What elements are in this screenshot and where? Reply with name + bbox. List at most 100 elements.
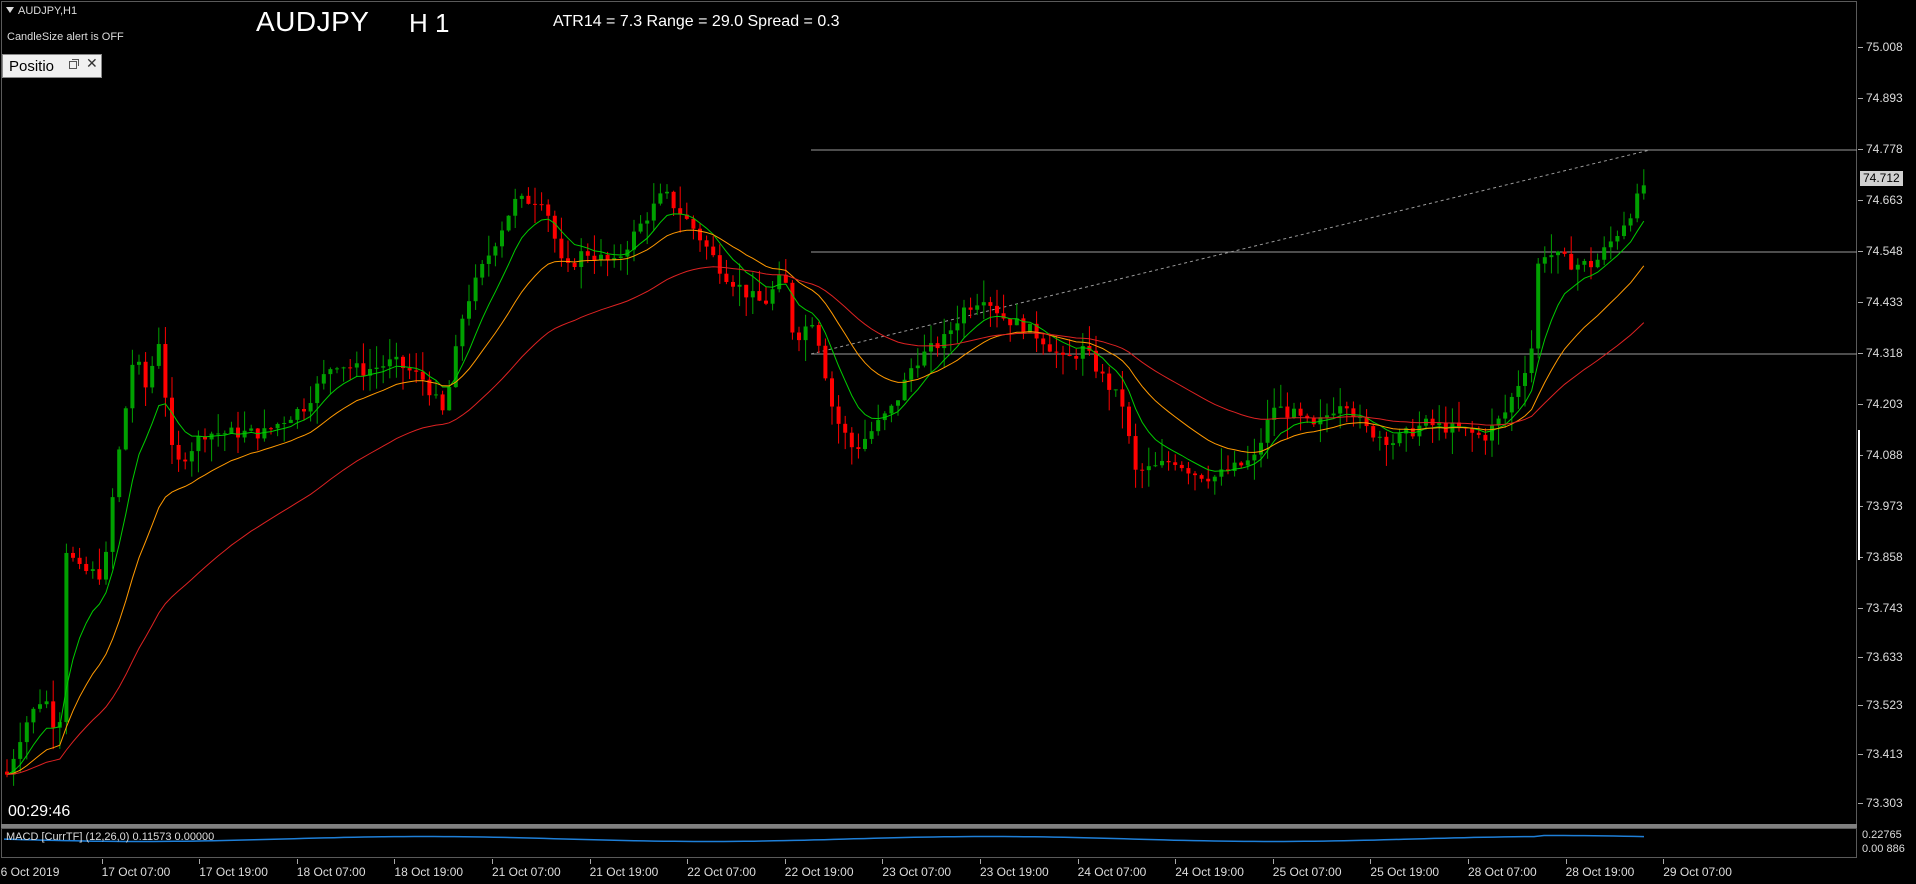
bear-candle	[585, 251, 590, 256]
scale-marker	[1858, 430, 1860, 560]
price-chart[interactable]	[0, 0, 1916, 884]
time-tick: 22 Oct 07:00	[687, 859, 756, 879]
time-tick: 21 Oct 19:00	[589, 859, 659, 879]
bull-candle	[315, 383, 320, 404]
bull-candle	[770, 289, 775, 304]
macd-subwindow[interactable]	[1, 828, 1857, 858]
bear-candle	[143, 361, 148, 388]
bull-candle	[1397, 433, 1402, 444]
bear-candle	[183, 459, 188, 462]
time-tick: 24 Oct 19:00	[1175, 859, 1244, 879]
bull-candle	[1582, 260, 1587, 265]
dropdown-arrow-icon	[6, 7, 14, 13]
bull-candle	[473, 277, 478, 302]
bear-candle	[269, 428, 273, 430]
bear-candle	[1483, 434, 1488, 441]
bear-candle	[1193, 473, 1197, 476]
bear-candle	[836, 406, 841, 424]
price-tick: 74.318	[1858, 345, 1903, 360]
current-price-tag: 74.712	[1860, 171, 1903, 186]
bear-candle	[671, 191, 676, 209]
bull-candle	[156, 344, 161, 366]
macd-label: MACD [CurrTF] (12,26,0) 0.11573 0.00000	[6, 831, 215, 843]
bull-candle	[929, 343, 933, 352]
bull-candle	[486, 255, 491, 264]
bull-candle	[955, 323, 960, 331]
bull-candle	[321, 374, 326, 384]
bull-candle	[44, 701, 49, 705]
bull-candle	[216, 433, 221, 435]
symbol-label: AUDJPY,H1	[18, 5, 78, 17]
bull-candle	[975, 305, 980, 310]
bear-candle	[1186, 468, 1191, 474]
bull-candle	[981, 302, 986, 306]
bull-candle	[777, 274, 782, 290]
bull-candle	[506, 215, 511, 231]
bull-candle	[90, 569, 95, 571]
bear-candle	[1127, 406, 1131, 437]
bull-candle	[896, 400, 900, 406]
bull-candle	[1259, 442, 1263, 455]
price-tick: 74.663	[1858, 192, 1903, 207]
price-tick: 74.088	[1858, 447, 1903, 462]
bull-candle	[519, 195, 524, 199]
bull-candle	[447, 387, 452, 411]
bear-candle	[51, 701, 56, 728]
bull-candle	[308, 403, 313, 412]
bear-candle	[691, 218, 696, 229]
bull-candle	[1212, 476, 1217, 482]
bull-candle	[288, 419, 293, 424]
bear-candle	[176, 444, 181, 460]
bull-candle	[1245, 460, 1250, 466]
bull-candle	[1622, 225, 1626, 237]
bull-candle	[632, 231, 636, 250]
bull-candle	[31, 708, 36, 723]
price-tick: 73.303	[1858, 796, 1903, 810]
bull-candle	[480, 263, 485, 278]
price-tick: 73.743	[1858, 600, 1903, 615]
price-tick: 74.548	[1858, 243, 1903, 258]
bull-candle	[381, 366, 386, 368]
price-tick: 74.433	[1858, 294, 1903, 309]
bull-candle	[1272, 407, 1277, 420]
bear-candle	[711, 246, 716, 256]
bear-candle	[1351, 408, 1356, 418]
price-tick: 73.633	[1858, 649, 1903, 664]
bull-candle	[513, 198, 518, 216]
bull-candle	[1542, 257, 1547, 264]
bull-candle	[915, 365, 920, 369]
time-tick: 21 Oct 07:00	[492, 859, 561, 879]
bull-candle	[275, 423, 280, 429]
bull-candle	[1595, 259, 1600, 268]
chart-window[interactable]: AUDJPY,H1 CandleSize alert is OFF AUDJPY…	[0, 0, 1916, 884]
bull-candle	[645, 220, 650, 224]
bull-candle	[1113, 389, 1118, 391]
symbol-menu[interactable]: AUDJPY,H1	[6, 5, 77, 17]
bull-candle	[1608, 241, 1613, 248]
bull-candle	[374, 367, 379, 370]
position-panel[interactable]: Positio ✕	[2, 54, 102, 78]
bull-candle	[137, 361, 141, 365]
bull-candle	[460, 318, 465, 347]
bull-candle	[902, 379, 907, 401]
bull-candle	[500, 230, 504, 247]
restore-icon[interactable]	[69, 59, 79, 69]
macd-scale-top: 0.22765	[1862, 829, 1902, 841]
position-panel-label: Positio	[9, 58, 55, 75]
price-tick: 73.413	[1858, 747, 1903, 762]
bear-candle	[1430, 418, 1435, 426]
bear-candle	[1047, 344, 1052, 352]
bull-candle	[434, 394, 438, 396]
bull-candle	[1602, 247, 1607, 260]
bull-candle	[1278, 406, 1283, 408]
bear-candle	[1311, 418, 1316, 425]
bull-candle	[1615, 236, 1620, 242]
bull-candle	[229, 427, 234, 434]
bull-candle	[341, 367, 346, 369]
bear-candle	[1061, 352, 1065, 355]
bull-candle	[1529, 348, 1534, 374]
bear-candle	[1133, 436, 1138, 470]
close-icon[interactable]: ✕	[86, 56, 98, 72]
bull-candle	[638, 223, 643, 232]
time-tick: 17 Oct 19:00	[199, 859, 268, 879]
